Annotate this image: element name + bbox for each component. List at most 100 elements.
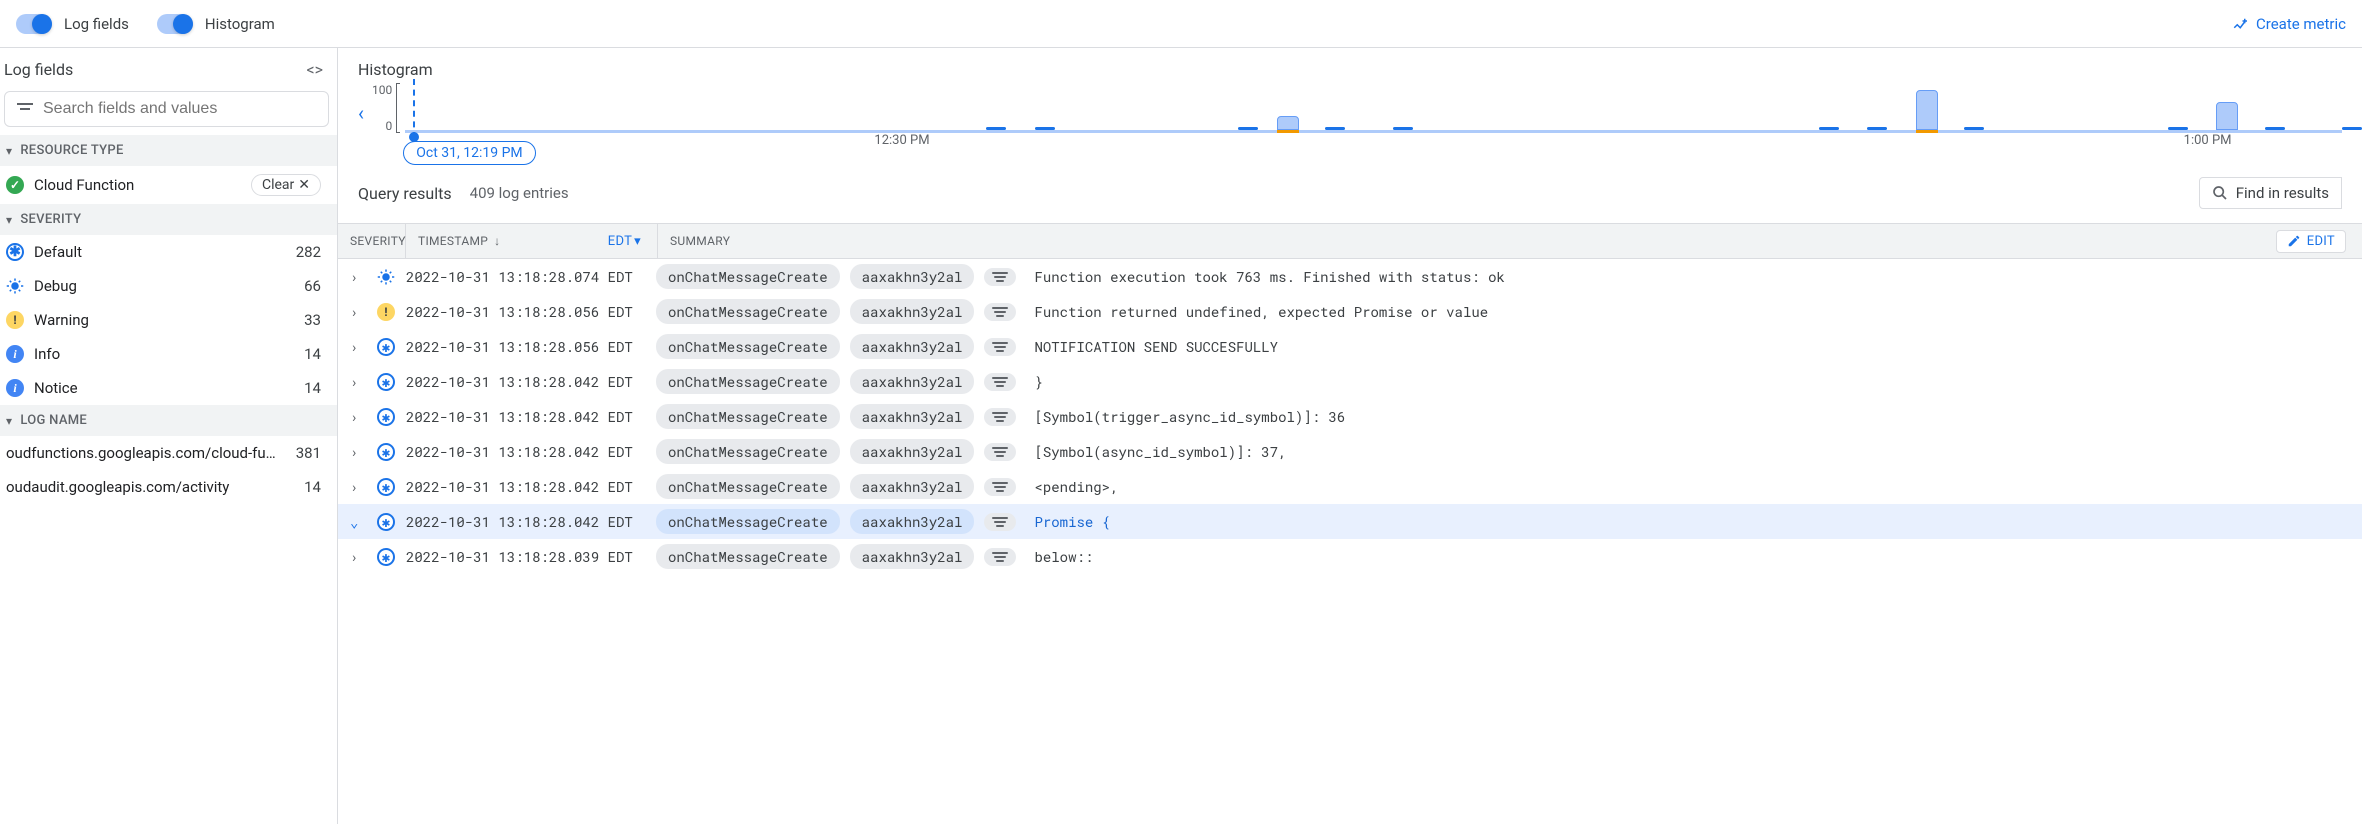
- histogram-toggle[interactable]: [157, 14, 193, 34]
- log-row[interactable]: ⌄✱2022-10-31 13:18:28.042 EDTonChatMessa…: [338, 504, 2362, 539]
- histogram-bar[interactable]: [1819, 127, 1839, 130]
- severity-default-icon: ✱: [377, 548, 395, 566]
- histogram-bar[interactable]: [1867, 127, 1887, 130]
- log-rows-container: ›2022-10-31 13:18:28.074 EDTonChatMessag…: [338, 259, 2362, 574]
- severity-filter-info[interactable]: iInfo14: [0, 337, 337, 371]
- log-options-button[interactable]: [984, 513, 1016, 531]
- log-options-button[interactable]: [984, 303, 1016, 321]
- log-message: NOTIFICATION SEND SUCCESFULLY: [1034, 337, 1278, 356]
- severity-count: 14: [304, 345, 321, 363]
- log-name-filter[interactable]: oudfunctions.googleapis.com/cloud-fu…381: [0, 436, 337, 470]
- severity-filter-debug[interactable]: Debug66: [0, 269, 337, 303]
- histogram-bar[interactable]: [2216, 102, 2238, 130]
- log-row[interactable]: ›!2022-10-31 13:18:28.056 EDTonChatMessa…: [338, 294, 2362, 329]
- log-row[interactable]: ›✱2022-10-31 13:18:28.042 EDTonChatMessa…: [338, 364, 2362, 399]
- clear-filter-button[interactable]: Clear ✕: [251, 174, 321, 196]
- histogram-bar[interactable]: [2168, 127, 2188, 130]
- log-row[interactable]: ›✱2022-10-31 13:18:28.042 EDTonChatMessa…: [338, 399, 2362, 434]
- close-icon: ✕: [298, 177, 310, 193]
- log-function-chip[interactable]: onChatMessageCreate: [656, 544, 840, 569]
- edit-summary-button[interactable]: EDIT: [2276, 230, 2346, 253]
- log-options-button[interactable]: [984, 478, 1016, 496]
- sort-arrow-down-icon: ↓: [494, 234, 500, 248]
- log-execution-id-chip[interactable]: aaxakhn3y2al: [850, 264, 975, 289]
- log-function-chip[interactable]: onChatMessageCreate: [656, 369, 840, 394]
- section-log-name[interactable]: ▾ LOG NAME: [0, 405, 337, 436]
- expand-row-button[interactable]: ›: [350, 477, 366, 496]
- log-execution-id-chip[interactable]: aaxakhn3y2al: [850, 404, 975, 429]
- log-function-chip[interactable]: onChatMessageCreate: [656, 334, 840, 359]
- severity-filter-default[interactable]: ✱Default282: [0, 235, 337, 269]
- log-options-button[interactable]: [984, 443, 1016, 461]
- log-fields-toggle[interactable]: [16, 14, 52, 34]
- severity-info-icon: i: [6, 345, 24, 363]
- log-name-label: oudaudit.googleapis.com/activity: [6, 478, 304, 496]
- log-timestamp: 2022-10-31 13:18:28.042 EDT: [406, 407, 646, 426]
- severity-filter-warning[interactable]: !Warning33: [0, 303, 337, 337]
- col-severity[interactable]: SEVERITY: [338, 224, 406, 258]
- histogram-toggle-group: Histogram: [157, 14, 275, 34]
- col-timestamp[interactable]: TIMESTAMP ↓ EDT ▾: [406, 224, 658, 258]
- log-row[interactable]: ›✱2022-10-31 13:18:28.042 EDTonChatMessa…: [338, 469, 2362, 504]
- histogram-bar[interactable]: [1277, 116, 1299, 130]
- histogram-back-button[interactable]: ‹: [358, 83, 364, 125]
- expand-row-button[interactable]: ›: [350, 547, 366, 566]
- log-options-button[interactable]: [984, 373, 1016, 391]
- histogram-bar[interactable]: [986, 127, 1006, 130]
- dropdown-arrow-icon: ▾: [634, 234, 641, 249]
- expand-row-button[interactable]: ›: [350, 337, 366, 356]
- create-metric-button[interactable]: Create metric: [2232, 15, 2346, 33]
- log-options-button[interactable]: [984, 548, 1016, 566]
- histogram-bar[interactable]: [1325, 127, 1345, 130]
- log-name-filter[interactable]: oudaudit.googleapis.com/activity14: [0, 470, 337, 504]
- expand-row-button[interactable]: ›: [350, 372, 366, 391]
- log-execution-id-chip[interactable]: aaxakhn3y2al: [850, 369, 975, 394]
- log-execution-id-chip[interactable]: aaxakhn3y2al: [850, 544, 975, 569]
- log-function-chip[interactable]: onChatMessageCreate: [656, 264, 840, 289]
- log-execution-id-chip[interactable]: aaxakhn3y2al: [850, 474, 975, 499]
- log-options-button[interactable]: [984, 408, 1016, 426]
- log-row[interactable]: ›✱2022-10-31 13:18:28.056 EDTonChatMessa…: [338, 329, 2362, 364]
- histogram-bar[interactable]: [2342, 127, 2362, 130]
- histogram-bar[interactable]: [1916, 90, 1938, 130]
- log-execution-id-chip[interactable]: aaxakhn3y2al: [850, 334, 975, 359]
- histogram-title: Histogram: [358, 60, 2342, 79]
- log-function-chip[interactable]: onChatMessageCreate: [656, 299, 840, 324]
- results-header: Query results 409 log entries Find in re…: [338, 163, 2362, 223]
- log-row[interactable]: ›✱2022-10-31 13:18:28.042 EDTonChatMessa…: [338, 434, 2362, 469]
- expand-row-button[interactable]: ›: [350, 267, 366, 286]
- histogram-bar[interactable]: [2265, 127, 2285, 130]
- log-options-button[interactable]: [984, 268, 1016, 286]
- expand-row-button[interactable]: ›: [350, 302, 366, 321]
- expand-row-button[interactable]: ⌄: [350, 512, 366, 531]
- timezone-selector[interactable]: EDT ▾: [604, 232, 645, 251]
- resource-cloud-function[interactable]: ✓ Cloud Function Clear ✕: [0, 166, 337, 204]
- expand-row-button[interactable]: ›: [350, 407, 366, 426]
- severity-filter-notice[interactable]: iNotice14: [0, 371, 337, 405]
- section-severity[interactable]: ▾ SEVERITY: [0, 204, 337, 235]
- log-row[interactable]: ›✱2022-10-31 13:18:28.039 EDTonChatMessa…: [338, 539, 2362, 574]
- histogram-bar[interactable]: [1035, 127, 1055, 130]
- log-function-chip[interactable]: onChatMessageCreate: [656, 474, 840, 499]
- search-fields-input[interactable]: [43, 100, 316, 118]
- histogram-panel: Histogram ‹ 100 0 Oct 31, 12:19 PM 12:30…: [338, 48, 2362, 163]
- sidebar-collapse-button[interactable]: < >: [307, 60, 321, 79]
- histogram-time-marker[interactable]: [413, 79, 415, 138]
- expand-row-button[interactable]: ›: [350, 442, 366, 461]
- search-fields-input-wrapper[interactable]: [4, 91, 329, 127]
- log-function-chip[interactable]: onChatMessageCreate: [656, 404, 840, 429]
- find-in-results-button[interactable]: Find in results: [2199, 177, 2342, 209]
- log-options-button[interactable]: [984, 338, 1016, 356]
- create-metric-icon: [2232, 15, 2250, 33]
- histogram-bar[interactable]: [1964, 127, 1984, 130]
- log-function-chip[interactable]: onChatMessageCreate: [656, 439, 840, 464]
- histogram-bar[interactable]: [1238, 127, 1258, 130]
- log-execution-id-chip[interactable]: aaxakhn3y2al: [850, 509, 975, 534]
- log-row[interactable]: ›2022-10-31 13:18:28.074 EDTonChatMessag…: [338, 259, 2362, 294]
- histogram-chart[interactable]: Oct 31, 12:19 PM: [405, 83, 2342, 133]
- log-function-chip[interactable]: onChatMessageCreate: [656, 509, 840, 534]
- log-execution-id-chip[interactable]: aaxakhn3y2al: [850, 299, 975, 324]
- section-resource-type[interactable]: ▾ RESOURCE TYPE: [0, 135, 337, 166]
- log-execution-id-chip[interactable]: aaxakhn3y2al: [850, 439, 975, 464]
- histogram-bar[interactable]: [1393, 127, 1413, 130]
